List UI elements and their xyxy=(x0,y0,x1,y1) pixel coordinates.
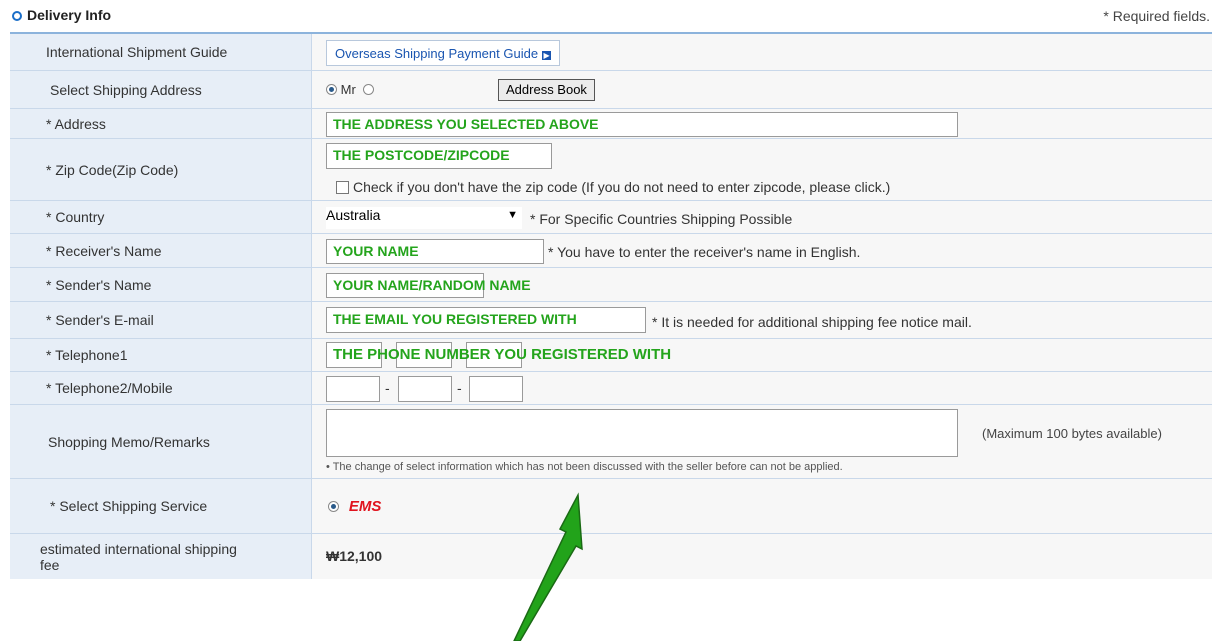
green-arrow-icon xyxy=(513,492,583,641)
annotation-arrow-overlay xyxy=(513,492,583,641)
